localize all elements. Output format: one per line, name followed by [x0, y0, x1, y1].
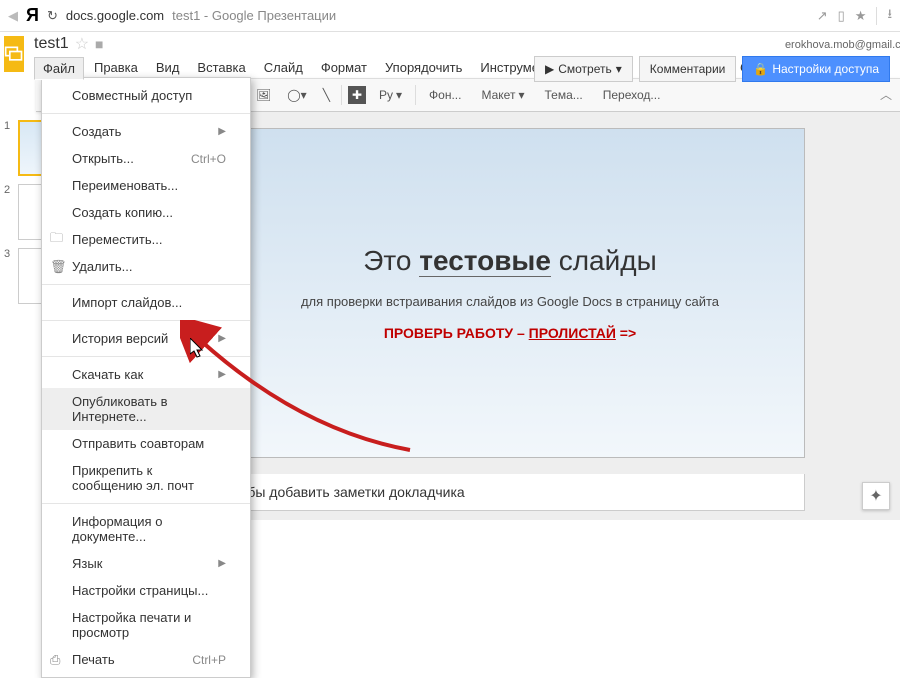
- submenu-arrow-icon: ▶: [218, 558, 226, 569]
- menu-document-info[interactable]: Информация о документе...: [42, 508, 250, 550]
- download-icon[interactable]: ⭳: [887, 5, 892, 27]
- slide-number: 3: [4, 248, 14, 304]
- menu-page-setup[interactable]: Настройки страницы...: [42, 577, 250, 604]
- submenu-arrow-icon: ▶: [218, 369, 226, 380]
- lock-icon: 🔒: [753, 62, 768, 76]
- present-button[interactable]: ▶Смотреть▾: [534, 56, 633, 82]
- menu-rename[interactable]: Переименовать...: [42, 172, 250, 199]
- explore-button[interactable]: ✦: [862, 482, 890, 510]
- share-icon[interactable]: ↗: [817, 8, 828, 24]
- menu-move[interactable]: 🗀Переместить...: [42, 226, 250, 253]
- submenu-arrow-icon: ▶: [218, 126, 226, 137]
- reader-icon[interactable]: ▯: [838, 8, 845, 24]
- menu-delete[interactable]: 🗑Удалить...: [42, 253, 250, 280]
- background-button[interactable]: Фон...: [422, 84, 468, 106]
- user-email[interactable]: erokhova.mob@gmail.com ▾: [785, 38, 900, 51]
- menu-share[interactable]: Совместный доступ: [42, 82, 250, 109]
- menu-format[interactable]: Формат: [313, 57, 375, 80]
- play-icon: ▶: [545, 62, 554, 76]
- menu-make-copy[interactable]: Создать копию...: [42, 199, 250, 226]
- chevron-down-icon: ▾: [616, 62, 622, 76]
- star-icon[interactable]: ☆: [75, 34, 89, 54]
- file-menu-dropdown: Совместный доступ Создать▶ Открыть...Ctr…: [41, 77, 251, 678]
- slide-canvas[interactable]: Это тестовые слайды для проверки встраив…: [215, 128, 805, 458]
- header-actions: ▶Смотреть▾ Комментарии 🔒Настройки доступ…: [534, 56, 890, 82]
- menu-publish-to-web[interactable]: Опубликовать в Интернете...: [42, 388, 250, 430]
- menu-version-history[interactable]: История версий▶: [42, 325, 250, 352]
- menu-print[interactable]: ⎙ПечатьCtrl+P: [42, 646, 250, 673]
- theme-button[interactable]: Тема...: [537, 84, 589, 106]
- menu-import-slides[interactable]: Импорт слайдов...: [42, 289, 250, 316]
- transition-button[interactable]: Переход...: [596, 84, 668, 106]
- menu-slide[interactable]: Слайд: [256, 57, 311, 80]
- collapse-toolbar-icon[interactable]: ︿: [880, 86, 892, 103]
- share-button[interactable]: 🔒Настройки доступа: [742, 56, 890, 82]
- layout-button[interactable]: Макет ▾: [474, 84, 531, 106]
- image-button[interactable]: 🖼: [251, 85, 276, 105]
- menu-language[interactable]: Язык▶: [42, 550, 250, 577]
- submenu-arrow-icon: ▶: [218, 333, 226, 344]
- print-icon: ⎙: [50, 652, 60, 668]
- slide-subtitle-text: для проверки встраивания слайдов из Goog…: [301, 294, 719, 309]
- folder-icon: 🗀: [50, 229, 63, 251]
- menu-file[interactable]: Файл: [34, 57, 84, 80]
- comment-button[interactable]: ✚: [348, 86, 366, 104]
- menu-open[interactable]: Открыть...Ctrl+O: [42, 145, 250, 172]
- slide-action-text: ПРОВЕРЬ РАБОТУ – ПРОЛИСТАЙ =>: [384, 325, 636, 341]
- page-title: test1 - Google Презентации: [172, 8, 336, 23]
- slide-number: 1: [4, 120, 14, 176]
- bookmark-icon[interactable]: ★: [855, 8, 867, 24]
- menu-new[interactable]: Создать▶: [42, 118, 250, 145]
- document-title[interactable]: test1: [34, 35, 69, 53]
- yandex-logo[interactable]: Я: [26, 5, 39, 26]
- trash-icon: 🗑: [50, 259, 67, 275]
- reload-icon[interactable]: ↻: [47, 8, 58, 24]
- line-button[interactable]: ╲: [318, 85, 335, 105]
- folder-icon[interactable]: ■: [95, 36, 103, 52]
- url-host[interactable]: docs.google.com: [66, 8, 164, 23]
- back-icon[interactable]: ◀: [8, 8, 18, 24]
- shape-button[interactable]: ◯▾: [282, 85, 311, 105]
- slides-logo[interactable]: [4, 36, 24, 72]
- menu-print-preview[interactable]: Настройка печати и просмотр: [42, 604, 250, 646]
- speaker-notes[interactable]: чтобы добавить заметки докладчика: [215, 474, 805, 511]
- spellcheck-button[interactable]: Ру ▾: [372, 84, 409, 106]
- slide-title-text: Это тестовые слайды: [363, 245, 656, 278]
- slide-number: 2: [4, 184, 14, 240]
- comments-button[interactable]: Комментарии: [639, 56, 737, 82]
- menu-arrange[interactable]: Упорядочить: [377, 57, 470, 80]
- browser-address-bar: ◀ Я ↻ docs.google.com test1 - Google Пре…: [0, 0, 900, 32]
- menu-email-collaborators[interactable]: Отправить соавторам: [42, 430, 250, 457]
- menu-email-attachment[interactable]: Прикрепить к сообщению эл. почт: [42, 457, 250, 499]
- menu-download-as[interactable]: Скачать как▶: [42, 361, 250, 388]
